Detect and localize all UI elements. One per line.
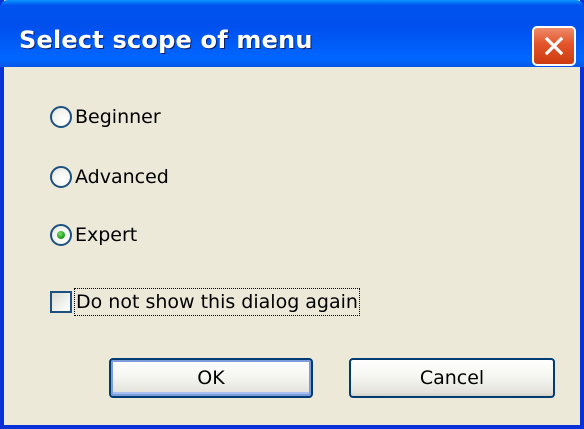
title-bar[interactable]: Select scope of menu — [0, 0, 584, 67]
cancel-button[interactable]: Cancel — [349, 358, 555, 398]
radio-option-advanced[interactable]: Advanced — [50, 164, 169, 190]
close-button[interactable] — [532, 26, 576, 66]
radio-button[interactable] — [50, 224, 72, 246]
dialog-window: Select scope of menu Beginner Advanced E… — [0, 0, 584, 429]
ok-button[interactable]: OK — [109, 358, 313, 398]
dialog-title: Select scope of menu — [19, 26, 313, 54]
dont-show-again-checkbox[interactable] — [50, 291, 72, 313]
dont-show-again-label: Do not show this dialog again — [74, 288, 360, 316]
radio-label: Advanced — [75, 166, 169, 188]
radio-label: Beginner — [75, 106, 161, 128]
radio-option-beginner[interactable]: Beginner — [50, 104, 161, 130]
radio-button[interactable] — [50, 106, 72, 128]
radio-selected-dot — [57, 231, 65, 239]
radio-option-expert[interactable]: Expert — [50, 222, 137, 248]
radio-label: Expert — [75, 224, 138, 246]
close-icon — [544, 36, 564, 56]
dont-show-again-option[interactable]: Do not show this dialog again — [50, 286, 360, 318]
radio-button[interactable] — [50, 166, 72, 188]
